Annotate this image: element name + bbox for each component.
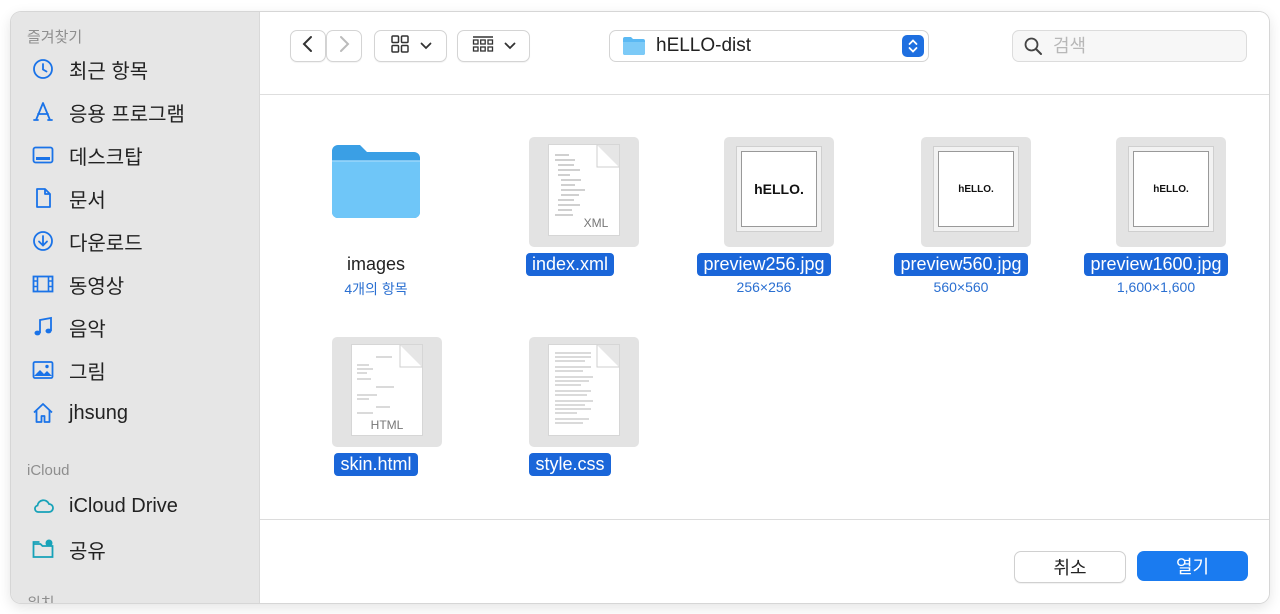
sidebar-item-label: 문서 [69, 189, 106, 212]
svg-text:HTML: HTML [371, 418, 404, 432]
sidebar-item-pictures[interactable]: 그림 [21, 352, 251, 388]
search-input[interactable] [1051, 34, 1235, 58]
chevron-left-icon [301, 35, 315, 58]
search-icon [1023, 36, 1043, 56]
group-icon [472, 34, 494, 59]
file-item-preview1600[interactable]: hELLO. preview1600.jpg 1,600×1,600 [1076, 125, 1236, 305]
sidebar-item-label: 데스크탑 [69, 146, 143, 169]
file-subtitle: 4개의 항목 [344, 281, 408, 297]
sidebar-item-label: 응용 프로그램 [69, 103, 185, 126]
back-button[interactable] [290, 30, 326, 62]
folder-icon [622, 36, 646, 56]
shared-folder-icon [30, 536, 56, 562]
document-icon [30, 185, 56, 211]
sidebar: 즐겨찾기 최근 항목 응용 프로그램 데스크탑 문서 다운로드 동영상 음악 그… [11, 12, 260, 603]
css-file-icon [549, 345, 619, 435]
sidebar-item-movies[interactable]: 동영상 [21, 266, 251, 302]
file-name: style.css [490, 453, 650, 476]
toolbar: hELLO-dist [260, 12, 1269, 95]
open-button[interactable]: 열기 [1137, 551, 1248, 581]
image-thumbnail: hELLO. [737, 147, 821, 231]
desktop-icon [30, 142, 56, 168]
folder-icon [330, 143, 422, 226]
clock-icon [30, 56, 56, 82]
music-note-icon [30, 314, 56, 340]
xml-file-icon: XML [549, 145, 619, 235]
chevron-right-icon [337, 35, 351, 58]
sidebar-item-downloads[interactable]: 다운로드 [21, 223, 251, 259]
file-item-preview560[interactable]: hELLO. preview560.jpg 560×560 [881, 125, 1041, 305]
sidebar-item-label: 음악 [69, 318, 106, 341]
file-item-images[interactable]: images 4개의 항목 [296, 125, 456, 305]
file-name: preview256.jpg [684, 253, 844, 276]
cloud-icon [30, 493, 56, 519]
svg-text:XML: XML [584, 216, 609, 230]
chevron-down-icon [420, 37, 432, 55]
file-name: index.xml [490, 253, 650, 276]
search-field[interactable] [1012, 30, 1247, 62]
sidebar-section-icloud: iCloud [27, 462, 70, 479]
file-item-index-xml[interactable]: XML index.xml [490, 125, 650, 305]
sidebar-item-shared[interactable]: 공유 [21, 531, 251, 567]
image-thumbnail: hELLO. [934, 147, 1018, 231]
sidebar-item-label: jhsung [69, 401, 128, 424]
file-item-preview256[interactable]: hELLO. preview256.jpg 256×256 [684, 125, 844, 305]
file-name: preview1600.jpg [1076, 253, 1236, 276]
sidebar-item-label: 그림 [69, 361, 106, 384]
file-dimensions: 1,600×1,600 [1116, 279, 1196, 295]
chevron-down-icon [504, 37, 516, 55]
sidebar-item-label: 공유 [69, 540, 106, 563]
file-name: skin.html [296, 453, 456, 476]
icon-view-button[interactable] [374, 30, 447, 62]
sidebar-item-recents[interactable]: 최근 항목 [21, 51, 251, 87]
sidebar-item-label: 최근 항목 [69, 60, 149, 83]
image-thumbnail: hELLO. [1129, 147, 1213, 231]
file-name: images [346, 254, 406, 274]
file-name: preview560.jpg [881, 253, 1041, 276]
dialog-footer: 취소 열기 [260, 519, 1269, 603]
sidebar-item-applications[interactable]: 응용 프로그램 [21, 94, 251, 130]
file-item-style-css[interactable]: style.css [490, 325, 650, 485]
file-dimensions: 560×560 [933, 279, 989, 295]
forward-button[interactable] [326, 30, 362, 62]
grid-view-icon [390, 34, 410, 59]
current-folder-label: hELLO-dist [656, 35, 752, 56]
cancel-button[interactable]: 취소 [1014, 551, 1126, 583]
applications-icon [30, 99, 56, 125]
sidebar-item-label: iCloud Drive [69, 494, 178, 517]
file-dimensions: 256×256 [736, 279, 792, 295]
home-icon [30, 400, 56, 426]
sidebar-item-icloud-drive[interactable]: iCloud Drive [21, 488, 251, 524]
photo-icon [30, 357, 56, 383]
folder-path-popup[interactable]: hELLO-dist [609, 30, 929, 62]
download-icon [30, 228, 56, 254]
sidebar-section-favorites: 즐겨찾기 [27, 29, 83, 46]
sidebar-section-locations: 위치 [27, 592, 55, 603]
film-icon [30, 271, 56, 297]
up-down-chevron-icon [902, 35, 924, 57]
group-by-button[interactable] [457, 30, 530, 62]
sidebar-item-home[interactable]: jhsung [21, 395, 251, 431]
sidebar-item-documents[interactable]: 문서 [21, 180, 251, 216]
sidebar-item-label: 동영상 [69, 275, 125, 298]
file-item-skin-html[interactable]: HTML skin.html [296, 325, 456, 485]
sidebar-item-label: 다운로드 [69, 232, 143, 255]
file-open-dialog: 즐겨찾기 최근 항목 응용 프로그램 데스크탑 문서 다운로드 동영상 음악 그… [11, 12, 1269, 603]
sidebar-item-music[interactable]: 음악 [21, 309, 251, 345]
html-file-icon: HTML [352, 345, 422, 435]
sidebar-item-desktop[interactable]: 데스크탑 [21, 137, 251, 173]
file-grid: images 4개의 항목 XML index.xml hELLO. previ… [260, 95, 1269, 519]
